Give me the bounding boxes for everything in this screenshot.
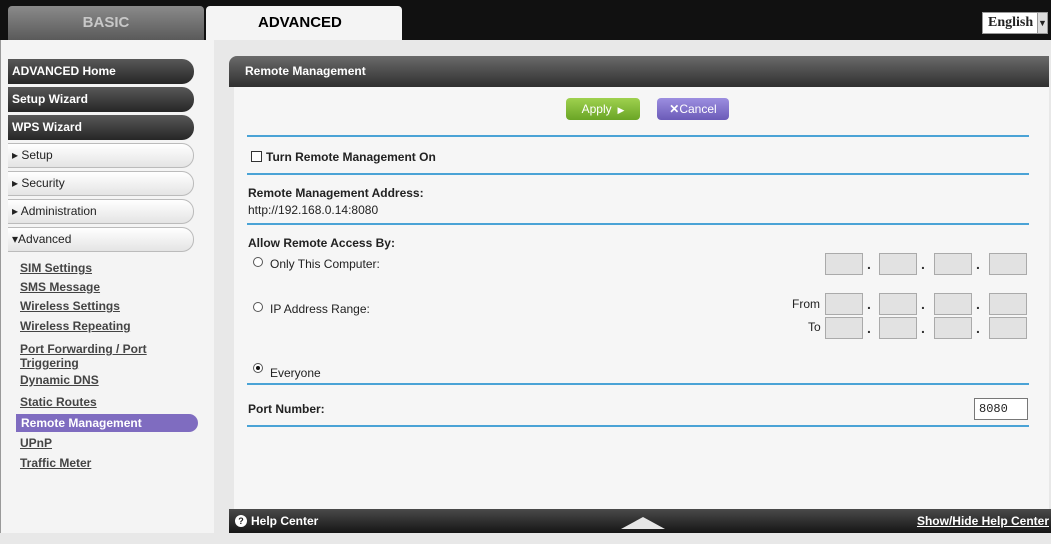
sidebar-item-upnp[interactable]: UPnP: [20, 436, 190, 450]
caret-right-icon: ▸: [12, 176, 19, 190]
ip-dot: .: [867, 296, 871, 312]
sidebar-section-label: Security: [21, 176, 65, 190]
sidebar-item-sms-message[interactable]: SMS Message: [20, 280, 190, 294]
cancel-button[interactable]: ✕Cancel: [657, 98, 729, 120]
ip-dot: .: [976, 296, 980, 312]
radio-everyone[interactable]: [253, 363, 263, 373]
from-label: From: [792, 297, 820, 311]
remote-address-label: Remote Management Address:: [248, 186, 424, 200]
from-ip-octet-2[interactable]: [879, 293, 917, 315]
page-title: Remote Management: [229, 56, 1049, 87]
divider: [247, 383, 1029, 385]
ip-dot: .: [976, 256, 980, 272]
remote-address-value: http://192.168.0.14:8080: [248, 203, 379, 217]
sidebar-section-security[interactable]: ▸ Security: [8, 171, 194, 196]
expand-up-icon[interactable]: [621, 517, 665, 529]
ip-dot: .: [867, 320, 871, 336]
from-ip-octet-4[interactable]: [989, 293, 1027, 315]
sidebar-item-dynamic-dns[interactable]: Dynamic DNS: [20, 373, 190, 387]
caret-right-icon: ▸: [12, 148, 19, 162]
radio-only-this-computer[interactable]: [253, 257, 263, 267]
turn-on-label: Turn Remote Management On: [266, 150, 436, 164]
everyone-label: Everyone: [270, 366, 321, 380]
ip-dot: .: [976, 320, 980, 336]
divider: [247, 135, 1029, 137]
ip-range-label: IP Address Range:: [270, 302, 370, 316]
sidebar-item-setup-wizard[interactable]: Setup Wizard: [8, 87, 194, 112]
help-icon: ?: [235, 515, 247, 527]
cancel-button-label: Cancel: [679, 102, 717, 116]
sidebar-item-sim-settings[interactable]: SIM Settings: [20, 261, 190, 275]
from-ip-octet-3[interactable]: [934, 293, 972, 315]
divider: [247, 425, 1029, 427]
apply-button[interactable]: Apply ▶: [566, 98, 640, 120]
bottom-strip: [0, 533, 1051, 544]
port-number-label: Port Number:: [248, 402, 325, 416]
to-ip-octet-2[interactable]: [879, 317, 917, 339]
language-selected-value: English: [988, 15, 1034, 30]
allow-access-label: Allow Remote Access By:: [248, 236, 395, 250]
only-ip-octet-4[interactable]: [989, 253, 1027, 275]
from-ip-octet-1[interactable]: [825, 293, 863, 315]
help-bar: ? Help Center Show/Hide Help Center: [229, 509, 1051, 533]
to-ip-octet-1[interactable]: [825, 317, 863, 339]
ip-dot: .: [921, 320, 925, 336]
sidebar-item-port-forwarding[interactable]: Port Forwarding / Port Triggering: [20, 342, 190, 370]
help-center-label: Help Center: [251, 514, 319, 528]
divider: [247, 173, 1029, 175]
tab-basic[interactable]: BASIC: [8, 6, 204, 40]
sidebar-item-wps-wizard[interactable]: WPS Wizard: [8, 115, 194, 140]
only-this-computer-label: Only This Computer:: [270, 257, 380, 271]
sidebar-item-wireless-settings[interactable]: Wireless Settings: [20, 299, 190, 313]
chevron-down-icon: ▼: [1037, 13, 1047, 33]
sidebar-item-static-routes[interactable]: Static Routes: [20, 395, 190, 409]
sidebar-section-setup[interactable]: ▸ Setup: [8, 143, 194, 168]
ip-dot: .: [921, 256, 925, 272]
sidebar-section-administration[interactable]: ▸ Administration: [8, 199, 194, 224]
only-ip-octet-1[interactable]: [825, 253, 863, 275]
sidebar-section-label: Administration: [20, 204, 97, 218]
show-hide-help-link[interactable]: Show/Hide Help Center: [917, 514, 1049, 528]
to-ip-octet-3[interactable]: [934, 317, 972, 339]
radio-ip-address-range[interactable]: [253, 302, 263, 312]
turn-on-checkbox[interactable]: [251, 151, 262, 162]
apply-button-label: Apply: [581, 102, 612, 116]
sidebar-section-advanced[interactable]: ▾Advanced: [8, 227, 194, 252]
only-ip-octet-3[interactable]: [934, 253, 972, 275]
port-number-input[interactable]: 8080: [974, 398, 1028, 420]
play-arrow-icon: ▶: [614, 105, 625, 115]
sidebar-section-label: Advanced: [18, 232, 72, 246]
to-ip-octet-4[interactable]: [989, 317, 1027, 339]
sidebar-item-wireless-repeating[interactable]: Wireless Repeating: [20, 319, 190, 333]
sidebar-item-remote-management[interactable]: Remote Management: [16, 414, 198, 432]
ip-dot: .: [867, 256, 871, 272]
sidebar-section-label: Setup: [21, 148, 53, 162]
sidebar-item-traffic-meter[interactable]: Traffic Meter: [20, 456, 190, 470]
only-ip-octet-2[interactable]: [879, 253, 917, 275]
sidebar-item-advanced-home[interactable]: ADVANCED Home: [8, 59, 194, 84]
close-icon: ✕: [669, 102, 680, 116]
caret-right-icon: ▸: [12, 204, 19, 218]
language-select[interactable]: English ▼: [982, 12, 1048, 34]
tab-advanced[interactable]: ADVANCED: [206, 6, 402, 40]
to-label: To: [808, 320, 821, 334]
ip-dot: .: [921, 296, 925, 312]
divider: [247, 223, 1029, 225]
